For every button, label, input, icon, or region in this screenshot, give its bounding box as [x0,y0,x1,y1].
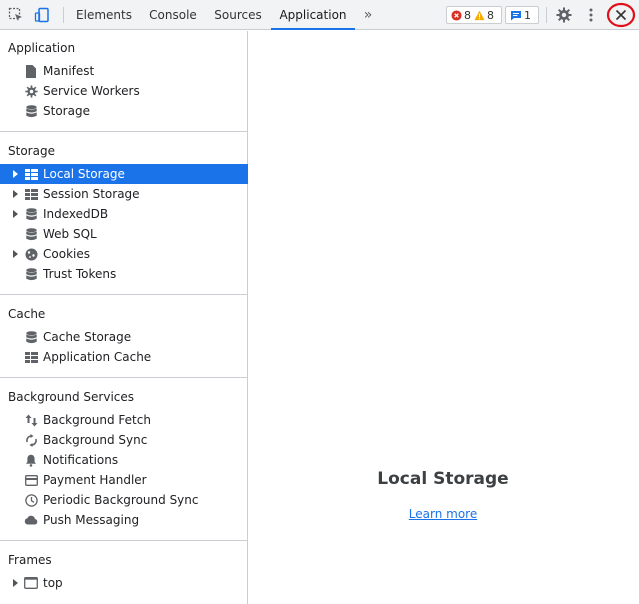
page-title: Local Storage [377,469,509,489]
more-options-icon[interactable] [584,0,598,30]
sidebar-item-push-messaging[interactable]: Push Messaging [0,510,248,530]
cache-section: Cache Cache Storage Application Cache [0,295,248,378]
warning-icon [474,10,485,20]
frame-icon [24,576,38,590]
sidebar-item-trust-tokens[interactable]: Trust Tokens [0,264,248,284]
clock-icon [24,493,38,507]
table-icon [24,350,38,364]
tab-application[interactable]: Application [271,0,355,30]
messages-count: 1 [524,8,531,22]
sidebar-item-label: Background Fetch [43,413,151,427]
sidebar-item-label: Manifest [43,64,95,78]
application-sidebar: Application Manifest Service Workers Sto… [0,31,248,604]
sidebar-item-label: Session Storage [43,187,140,201]
database-icon [24,267,38,281]
database-icon [24,227,38,241]
toolbar-separator [546,7,547,23]
tab-elements[interactable]: Elements [70,0,138,30]
sidebar-item-label: Payment Handler [43,473,147,487]
storage-section: Storage Local Storage Session Storage In… [0,132,248,295]
sidebar-item-cache-storage[interactable]: Cache Storage [0,327,248,347]
expand-arrow-icon[interactable] [13,170,18,178]
devtools-toolbar: Elements Console Sources Application » 8… [0,0,639,30]
sidebar-item-local-storage[interactable]: Local Storage [0,164,248,184]
main-panel: Local Storage Learn more [249,31,639,604]
sync-icon [24,433,38,447]
error-icon [451,9,462,21]
sidebar-item-label: top [43,576,63,590]
cloud-icon [24,513,38,527]
sidebar-item-payment-handler[interactable]: Payment Handler [0,470,248,490]
database-icon [24,330,38,344]
sidebar-item-label: Web SQL [43,227,97,241]
sidebar-item-notifications[interactable]: Notifications [0,450,248,470]
tab-console[interactable]: Console [140,0,206,30]
toolbar-separator [63,7,64,23]
sidebar-item-web-sql[interactable]: Web SQL [0,224,248,244]
messages-badge[interactable]: 1 [505,6,539,24]
section-title: Cache [8,307,46,321]
expand-arrow-icon[interactable] [13,579,18,587]
close-icon[interactable] [606,0,636,30]
sidebar-item-label: Service Workers [43,84,140,98]
tab-sources[interactable]: Sources [207,0,269,30]
warnings-count: 8 [487,8,494,22]
expand-arrow-icon[interactable] [13,210,18,218]
section-title: Storage [8,144,55,158]
expand-arrow-icon[interactable] [13,250,18,258]
credit-card-icon [24,473,38,487]
file-icon [24,64,38,78]
gear-icon [24,84,38,98]
table-icon [24,187,38,201]
sidebar-item-session-storage[interactable]: Session Storage [0,184,248,204]
sidebar-item-label: Cache Storage [43,330,132,344]
inspect-icon[interactable] [6,0,26,30]
sidebar-item-label: Trust Tokens [43,267,117,281]
sidebar-item-indexeddb[interactable]: IndexedDB [0,204,248,224]
section-title: Application [8,41,76,55]
more-tabs-icon[interactable]: » [360,0,376,30]
sidebar-item-manifest[interactable]: Manifest [0,61,248,81]
sidebar-item-label: Storage [43,104,90,118]
application-section: Application Manifest Service Workers Sto… [0,31,248,132]
table-icon [24,167,38,181]
sidebar-item-label: Periodic Background Sync [43,493,199,507]
database-icon [24,104,38,118]
cookie-icon [24,247,38,261]
learn-more-link[interactable]: Learn more [249,507,637,521]
sidebar-item-periodic-background-sync[interactable]: Periodic Background Sync [0,490,248,510]
sidebar-item-cookies[interactable]: Cookies [0,244,248,264]
sidebar-item-storage[interactable]: Storage [0,101,248,121]
sidebar-item-service-workers[interactable]: Service Workers [0,81,248,101]
sidebar-item-label: Cookies [43,247,90,261]
background-services-section: Background Services Background Fetch Bac… [0,378,248,541]
sidebar-item-label: Background Sync [43,433,148,447]
sidebar-item-label: Application Cache [43,350,152,364]
sidebar-item-label: IndexedDB [43,207,109,221]
database-icon [24,207,38,221]
expand-arrow-icon[interactable] [13,190,18,198]
issues-badge[interactable]: 8 8 [446,6,502,24]
message-icon [511,10,521,20]
sidebar-item-background-fetch[interactable]: Background Fetch [0,410,248,430]
sidebar-item-label: Local Storage [43,167,125,181]
errors-count: 8 [464,8,471,22]
sidebar-item-frame-top[interactable]: top [0,573,248,593]
frames-section: Frames top [0,541,248,604]
sidebar-item-background-sync[interactable]: Background Sync [0,430,248,450]
up-down-arrows-icon [24,413,38,427]
sidebar-item-label: Notifications [43,453,119,467]
sidebar-item-label: Push Messaging [43,513,140,527]
section-title: Background Services [8,390,135,404]
section-title: Frames [8,553,52,567]
bell-icon [24,453,38,467]
sidebar-item-application-cache[interactable]: Application Cache [0,347,248,367]
settings-icon[interactable] [555,0,573,30]
device-toggle-icon[interactable] [32,0,52,30]
